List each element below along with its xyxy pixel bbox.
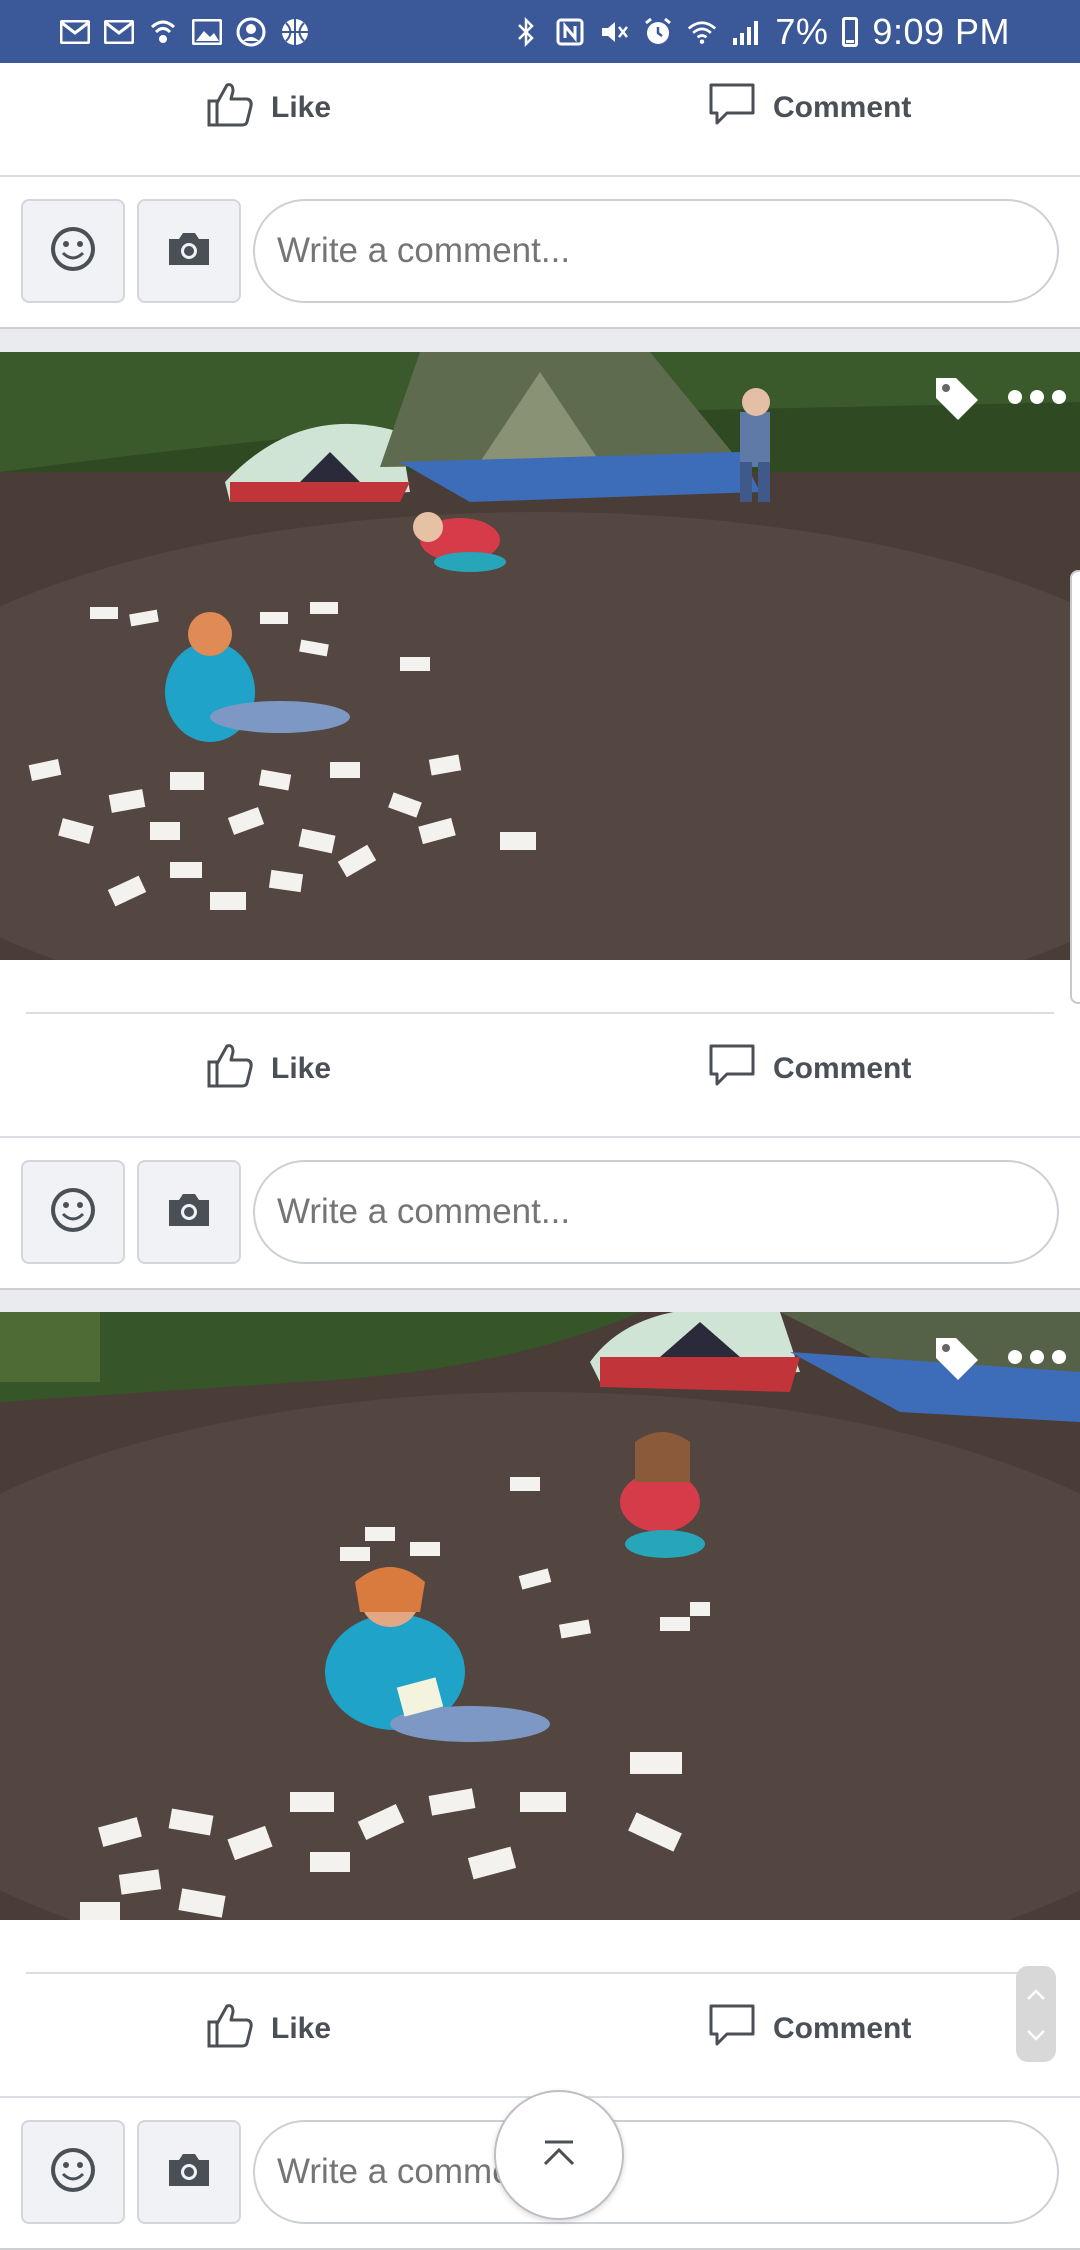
comment-button[interactable]: Comment [707,2000,911,2058]
like-label: Like [271,1052,332,1085]
comment-label: Comment [773,2012,912,2045]
post-photo[interactable] [0,1312,1080,1920]
campsite-photo-1 [0,352,1080,960]
emoji-button[interactable] [21,2120,125,2224]
comment-bubble-icon [707,2000,757,2058]
tag-icon[interactable] [932,1334,982,1384]
post-actions-1: Like Comment [0,960,1080,1290]
account-icon [236,17,266,47]
battery-icon [842,16,859,47]
double-chevron-up-icon [539,2138,579,2173]
camera-icon [165,229,213,274]
chevron-down-icon [1026,2021,1046,2047]
emoji-button[interactable] [21,1160,125,1264]
comment-button[interactable]: Comment [707,1040,911,1098]
status-bar: 7% 9:09 PM [0,0,1080,63]
like-button[interactable]: Like [205,1040,331,1098]
comment-label: Comment [773,91,912,124]
campsite-photo-2 [0,1312,1080,1920]
like-button[interactable]: Like [205,79,331,137]
fast-scroll-handle[interactable] [1016,1966,1056,2062]
emoji-button[interactable] [21,199,125,303]
system-indicators: 7% 9:09 PM [511,11,1010,53]
more-options-icon[interactable] [1008,390,1066,404]
battery-percent: 7% [775,10,829,52]
smiley-icon [48,224,98,279]
comment-label: Comment [773,1052,912,1085]
camera-button[interactable] [137,199,241,303]
signal-icon [731,17,761,47]
wifi-icon [687,17,717,47]
comment-composer [0,1138,1080,1290]
notification-icons [60,17,310,47]
chevron-up-icon [1026,1981,1046,2007]
camera-icon [165,1190,213,1235]
like-label: Like [271,2012,332,2045]
nfc-icon [555,17,585,47]
thumbs-up-icon [205,1040,255,1098]
basketball-icon [280,17,310,47]
like-label: Like [271,91,332,124]
comment-bubble-icon [707,1040,757,1098]
thumbs-up-icon [205,79,255,137]
post-actions-top: Like Comment [0,63,1080,329]
comment-bubble-icon [707,79,757,137]
comment-composer [0,177,1080,329]
comment-input[interactable] [253,199,1059,303]
scroll-to-top-button[interactable] [494,2090,624,2220]
like-button[interactable]: Like [205,2000,331,2058]
smiley-icon [48,2145,98,2200]
tag-icon[interactable] [932,374,982,424]
wifi-calling-icon [148,17,178,47]
comment-button[interactable]: Comment [707,79,911,137]
camera-button[interactable] [137,1160,241,1264]
image-icon [192,17,222,47]
smiley-icon [48,1185,98,1240]
bluetooth-icon [511,16,541,47]
clock: 9:09 PM [872,10,1010,52]
thumbs-up-icon [205,2000,255,2058]
edge-panel-handle[interactable] [1070,570,1080,1004]
post-photo[interactable] [0,352,1080,960]
camera-button[interactable] [137,2120,241,2224]
mute-icon [599,17,629,47]
comment-input[interactable] [253,2120,1059,2224]
camera-icon [165,2150,213,2195]
gmail-icon [104,17,134,47]
comment-input[interactable] [253,1160,1059,1264]
more-options-icon[interactable] [1008,1350,1066,1364]
gmail-icon [60,17,90,47]
alarm-icon [643,17,673,47]
